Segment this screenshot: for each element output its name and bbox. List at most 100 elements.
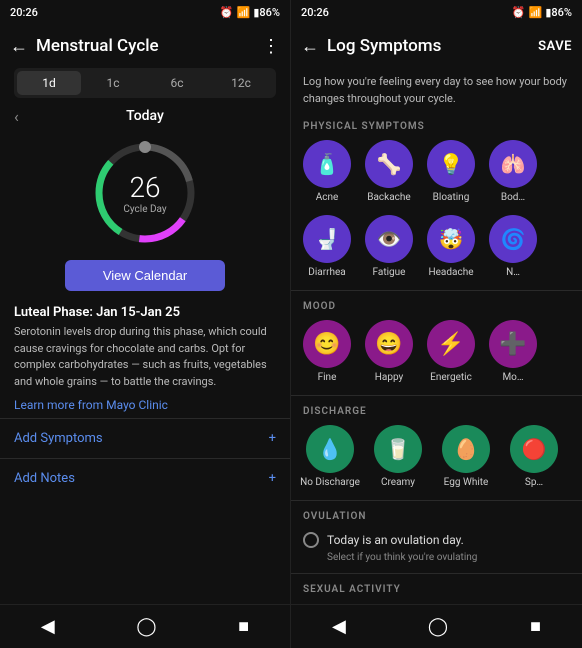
symptom-fatigue[interactable]: 👁️ Fatigue: [361, 215, 417, 278]
physical-symptoms-grid-row2: 🚽 Diarrhea 👁️ Fatigue 🤯 Headache 🌀 N…: [291, 211, 582, 286]
page-title-left: Menstrual Cycle: [36, 36, 262, 56]
happy-icon: 😄: [365, 320, 413, 368]
page-title-right: Log Symptoms: [327, 36, 538, 56]
signal-icon: 📶: [237, 6, 251, 19]
energetic-icon: ⚡: [427, 320, 475, 368]
calendar-nav: ‹ Today: [0, 104, 290, 128]
recents-nav-icon-right[interactable]: ■: [530, 616, 541, 637]
discharge-spotting[interactable]: 🔴 Sp…: [503, 425, 565, 488]
discharge-none[interactable]: 💧 No Discharge: [299, 425, 361, 488]
divider-mood-discharge: [291, 395, 582, 396]
energetic-label: Energetic: [430, 372, 472, 383]
symptom-backache[interactable]: 🦴 Backache: [361, 140, 417, 203]
battery-icon: ▮86%: [253, 6, 280, 19]
acne-label: Acne: [316, 192, 339, 203]
right-scroll-content: Log how you're feeling every day to see …: [291, 68, 582, 604]
back-button-right[interactable]: ←: [301, 36, 319, 57]
cycle-container: 26 Cycle Day: [0, 128, 290, 254]
discharge-egg-white[interactable]: 🥚 Egg White: [435, 425, 497, 488]
body-label: Bod…: [501, 192, 525, 203]
tab-6c[interactable]: 6c: [145, 71, 209, 95]
headache-label: Headache: [429, 267, 474, 278]
creamy-icon: 🥛: [374, 425, 422, 473]
mood-fine[interactable]: 😊 Fine: [299, 320, 355, 383]
spotting-label: Sp…: [525, 477, 543, 488]
signal-icon-right: 📶: [529, 6, 543, 19]
divider-discharge-ovulation: [291, 500, 582, 501]
diarrhea-label: Diarrhea: [308, 267, 345, 278]
recents-nav-icon[interactable]: ■: [238, 616, 249, 637]
tab-12c[interactable]: 12c: [209, 71, 273, 95]
add-notes-label: Add Notes: [14, 471, 75, 486]
cycle-circle: 26 Cycle Day: [90, 138, 200, 248]
ovulation-row[interactable]: Today is an ovulation day.: [303, 532, 570, 548]
diarrhea-icon: 🚽: [303, 215, 351, 263]
physical-symptoms-label: PHYSICAL SYMPTOMS: [291, 115, 582, 136]
bottom-nav-left: ◀ ◯ ■: [0, 604, 290, 648]
ovulation-section-label: OVULATION: [291, 505, 582, 526]
left-panel: 20:26 ⏰ 📶 ▮86% ← Menstrual Cycle ⋮ 1d 1c…: [0, 0, 291, 648]
ovulation-subtext: Select if you think you're ovulating: [303, 552, 570, 563]
nav-date-label: Today: [126, 108, 164, 124]
back-nav-icon[interactable]: ◀: [41, 616, 55, 637]
status-bar-left: 20:26 ⏰ 📶 ▮86%: [0, 0, 290, 24]
bloating-label: Bloating: [433, 192, 470, 203]
mood-happy[interactable]: 😄 Happy: [361, 320, 417, 383]
fine-icon: 😊: [303, 320, 351, 368]
ovulation-radio[interactable]: [303, 532, 319, 548]
alarm-icon: ⏰: [220, 6, 234, 19]
time-right: 20:26: [301, 6, 329, 19]
add-symptoms-row[interactable]: Add Symptoms +: [0, 418, 290, 458]
alarm-icon-right: ⏰: [512, 6, 526, 19]
period-tabs: 1d 1c 6c 12c: [14, 68, 276, 98]
status-icons-right: ⏰ 📶 ▮86%: [512, 6, 572, 19]
more-menu-icon[interactable]: ⋮: [262, 36, 280, 57]
egg-white-label: Egg White: [444, 477, 489, 488]
symptom-headache[interactable]: 🤯 Headache: [423, 215, 479, 278]
symptom-diarrhea[interactable]: 🚽 Diarrhea: [299, 215, 355, 278]
home-nav-icon-right[interactable]: ◯: [428, 616, 448, 637]
add-symptoms-icon: +: [269, 431, 276, 446]
discharge-creamy[interactable]: 🥛 Creamy: [367, 425, 429, 488]
more-mood-icon: ➕: [489, 320, 537, 368]
tab-1c[interactable]: 1c: [81, 71, 145, 95]
back-nav-icon-right[interactable]: ◀: [332, 616, 346, 637]
prev-arrow-icon[interactable]: ‹: [14, 107, 19, 126]
no-discharge-icon: 💧: [306, 425, 354, 473]
symptom-body[interactable]: 🫁 Bod…: [485, 140, 541, 203]
more-mood-label: Mo…: [502, 372, 523, 383]
physical-symptoms-grid: 🧴 Acne 🦴 Backache 💡 Bloating 🫁 Bod…: [291, 136, 582, 211]
time-left: 20:26: [10, 6, 38, 19]
symptom-acne[interactable]: 🧴 Acne: [299, 140, 355, 203]
view-calendar-button[interactable]: View Calendar: [65, 260, 225, 291]
battery-icon-right: ▮86%: [545, 6, 572, 19]
add-notes-icon: +: [269, 471, 276, 486]
spotting-icon: 🔴: [510, 425, 558, 473]
add-notes-row[interactable]: Add Notes +: [0, 458, 290, 498]
ovulation-section: Today is an ovulation day. Select if you…: [291, 526, 582, 569]
save-button[interactable]: SAVE: [538, 39, 572, 54]
bloating-icon: 💡: [427, 140, 475, 188]
status-icons-left: ⏰ 📶 ▮86%: [220, 6, 280, 19]
phase-title: Luteal Phase: Jan 15-Jan 25: [14, 305, 276, 320]
mood-more[interactable]: ➕ Mo…: [485, 320, 541, 383]
mood-energetic[interactable]: ⚡ Energetic: [423, 320, 479, 383]
symptom-nausea[interactable]: 🌀 N…: [485, 215, 541, 278]
fine-label: Fine: [318, 372, 337, 383]
tab-1d[interactable]: 1d: [17, 71, 81, 95]
status-bar-right: 20:26 ⏰ 📶 ▮86%: [291, 0, 582, 24]
header-right: ← Log Symptoms SAVE: [291, 24, 582, 68]
cycle-day-info: 26 Cycle Day: [123, 171, 166, 215]
backache-icon: 🦴: [365, 140, 413, 188]
mayo-clinic-link[interactable]: Learn more from Mayo Clinic: [14, 398, 276, 412]
symptom-bloating[interactable]: 💡 Bloating: [423, 140, 479, 203]
back-button-left[interactable]: ←: [10, 36, 28, 57]
mood-label: MOOD: [291, 295, 582, 316]
cycle-day-label: Cycle Day: [123, 204, 166, 215]
divider-ovulation-sexual: [291, 573, 582, 574]
home-nav-icon[interactable]: ◯: [136, 616, 156, 637]
discharge-label: DISCHARGE: [291, 400, 582, 421]
happy-label: Happy: [375, 372, 403, 383]
headache-icon: 🤯: [427, 215, 475, 263]
log-subtitle: Log how you're feeling every day to see …: [291, 68, 582, 115]
